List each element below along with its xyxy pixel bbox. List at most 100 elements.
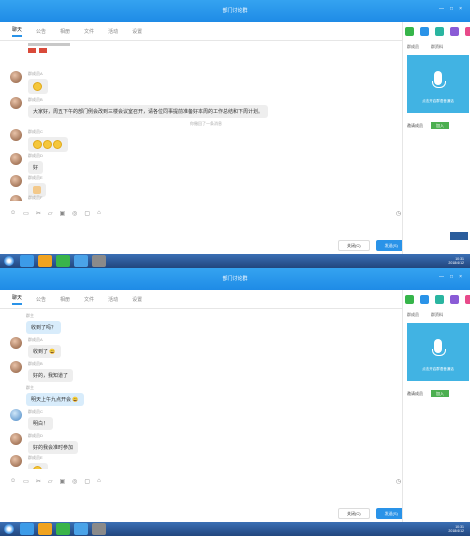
avatar[interactable] bbox=[10, 409, 22, 421]
tab-chat[interactable]: 聊天 bbox=[12, 294, 23, 305]
screen-icon[interactable]: ▢ bbox=[84, 478, 90, 485]
video-icon[interactable] bbox=[420, 295, 429, 304]
tab-activity[interactable]: 活动 bbox=[108, 28, 118, 35]
image-icon[interactable]: ▣ bbox=[59, 478, 65, 485]
join-button[interactable]: 加入 bbox=[431, 390, 449, 397]
avatar[interactable] bbox=[10, 433, 22, 445]
chat-history-icon[interactable]: ◷ bbox=[396, 210, 401, 217]
maximize-icon[interactable]: □ bbox=[450, 274, 453, 280]
share-screen-icon[interactable] bbox=[435, 295, 444, 304]
join-button[interactable]: 加入 bbox=[431, 122, 449, 129]
tab-group-info[interactable]: 群资料 bbox=[431, 44, 443, 50]
folder-icon[interactable]: ▱ bbox=[48, 478, 53, 485]
desktop-widget[interactable] bbox=[450, 232, 468, 240]
taskbar-app-icon[interactable] bbox=[92, 255, 106, 267]
recall-notice: 你撤回了一条消息 bbox=[190, 121, 222, 126]
tab-settings[interactable]: 设置 bbox=[132, 296, 142, 303]
history-icon[interactable]: ⌂ bbox=[97, 210, 101, 217]
close-button[interactable]: 关闭(C) bbox=[338, 508, 370, 519]
avatar[interactable] bbox=[10, 361, 22, 373]
start-icon[interactable] bbox=[4, 256, 14, 266]
voice-buttons: 邀请成员 加入 bbox=[407, 390, 449, 397]
avatar[interactable] bbox=[10, 337, 22, 349]
avatar[interactable] bbox=[10, 153, 22, 165]
voice-buttons: 邀请成员 加入 bbox=[407, 122, 449, 129]
avatar[interactable] bbox=[10, 313, 20, 325]
scissors-icon[interactable]: ✂ bbox=[36, 478, 41, 485]
tab-files[interactable]: 文件 bbox=[84, 28, 94, 35]
tab-members[interactable]: 群成员 bbox=[407, 312, 419, 318]
gif-icon[interactable]: ▭ bbox=[23, 478, 29, 485]
message-bubble bbox=[28, 137, 68, 152]
tab-files[interactable]: 文件 bbox=[84, 296, 94, 303]
gif-icon[interactable]: ▭ bbox=[23, 210, 29, 217]
avatar[interactable] bbox=[10, 97, 22, 109]
share-screen-icon[interactable] bbox=[435, 27, 444, 36]
taskbar-app-icon[interactable] bbox=[74, 523, 88, 535]
phone-icon[interactable] bbox=[405, 27, 414, 36]
maximize-icon[interactable]: □ bbox=[450, 6, 453, 12]
taskbar-app-icon[interactable] bbox=[38, 255, 52, 267]
taskbar-app-icon[interactable] bbox=[56, 255, 70, 267]
minimize-icon[interactable]: — bbox=[439, 274, 444, 280]
tab-announcement[interactable]: 公告 bbox=[36, 28, 46, 35]
taskbar-app-icon[interactable] bbox=[74, 255, 88, 267]
chat-message: 群成员E bbox=[10, 455, 48, 469]
scissors-icon[interactable]: ✂ bbox=[36, 210, 41, 217]
tab-group-info[interactable]: 群资料 bbox=[431, 312, 443, 318]
voice-call-panel[interactable]: 点击开启群语音通话 bbox=[407, 323, 469, 381]
chat-message: 群主 明天上午九点开会 😀 bbox=[10, 385, 84, 406]
close-button[interactable]: 关闭(C) bbox=[338, 240, 370, 251]
pinned-card[interactable] bbox=[28, 43, 70, 55]
tab-album[interactable]: 相册 bbox=[60, 296, 70, 303]
avatar[interactable] bbox=[10, 385, 20, 397]
minimize-icon[interactable]: — bbox=[439, 6, 444, 12]
folder-icon[interactable]: ▱ bbox=[48, 210, 53, 217]
tab-chat[interactable]: 聊天 bbox=[12, 26, 23, 37]
avatar[interactable] bbox=[10, 129, 22, 141]
taskbar-app-icon[interactable] bbox=[92, 523, 106, 535]
voice-icon[interactable]: ◎ bbox=[72, 210, 77, 217]
chat-area[interactable]: 群成员A 群成员B 大家好，周五下午的部门例会改到三楼会议室召开，请各位同事提前… bbox=[0, 41, 400, 201]
message-bubble: 收到了吗？ bbox=[26, 321, 62, 334]
avatar[interactable] bbox=[10, 195, 22, 201]
tab-announcement[interactable]: 公告 bbox=[36, 296, 46, 303]
app-icon[interactable] bbox=[450, 295, 459, 304]
tab-activity[interactable]: 活动 bbox=[108, 296, 118, 303]
system-tray[interactable]: 10:31 2018/4/12 bbox=[448, 525, 464, 533]
phone-icon[interactable] bbox=[405, 295, 414, 304]
taskbar-app-icon[interactable] bbox=[20, 523, 34, 535]
chat-area[interactable]: 群主 收到了吗？ 群成员A 收到了 😀 群成员B 好的，我知道了 群主 明天上午… bbox=[0, 309, 400, 469]
taskbar-app-icon[interactable] bbox=[56, 523, 70, 535]
message-bubble bbox=[28, 463, 48, 469]
tab-album[interactable]: 相册 bbox=[60, 28, 70, 35]
avatar[interactable] bbox=[10, 175, 22, 187]
voice-call-panel[interactable]: 点击开启群语音通话 bbox=[407, 55, 469, 113]
screen-icon[interactable]: ▢ bbox=[84, 210, 90, 217]
invite-button[interactable]: 邀请成员 bbox=[407, 391, 423, 397]
invite-button[interactable]: 邀请成员 bbox=[407, 123, 423, 129]
system-tray[interactable]: 10:31 2018/4/12 bbox=[448, 257, 464, 265]
history-icon[interactable]: ⌂ bbox=[97, 478, 101, 485]
tab-members[interactable]: 群成员 bbox=[407, 44, 419, 50]
start-icon[interactable] bbox=[4, 524, 14, 534]
video-icon[interactable] bbox=[420, 27, 429, 36]
emoji-icon[interactable]: ☺ bbox=[10, 478, 16, 485]
more-icon[interactable] bbox=[465, 27, 470, 36]
taskbar-app-icon[interactable] bbox=[38, 523, 52, 535]
more-icon[interactable] bbox=[465, 295, 470, 304]
app-icon[interactable] bbox=[450, 27, 459, 36]
taskbar-app-icon[interactable] bbox=[20, 255, 34, 267]
chat-history-icon[interactable]: ◷ bbox=[396, 478, 401, 485]
close-icon[interactable]: × bbox=[459, 6, 462, 12]
image-icon[interactable]: ▣ bbox=[59, 210, 65, 217]
tab-settings[interactable]: 设置 bbox=[132, 28, 142, 35]
pinned-line bbox=[28, 43, 70, 46]
voice-icon[interactable]: ◎ bbox=[72, 478, 77, 485]
chat-message: 群主 收到了吗？ bbox=[10, 313, 62, 334]
close-icon[interactable]: × bbox=[459, 274, 462, 280]
avatar[interactable] bbox=[10, 455, 22, 467]
sender-name: 群成员D bbox=[28, 433, 43, 438]
emoji-icon[interactable]: ☺ bbox=[10, 210, 16, 217]
avatar[interactable] bbox=[10, 71, 22, 83]
